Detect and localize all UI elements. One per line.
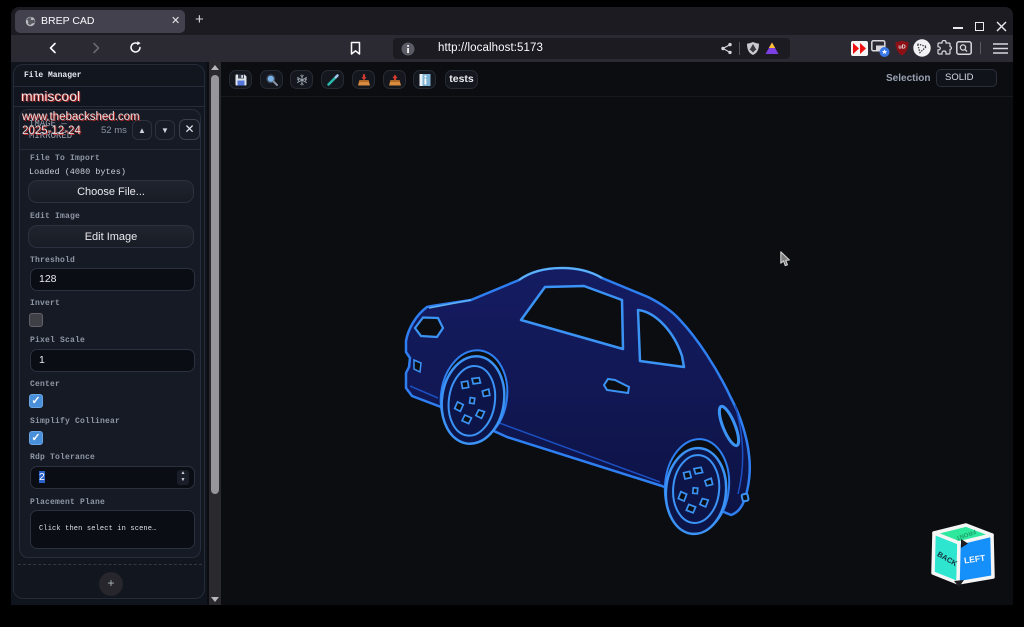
svg-text:uD: uD [898,45,905,51]
